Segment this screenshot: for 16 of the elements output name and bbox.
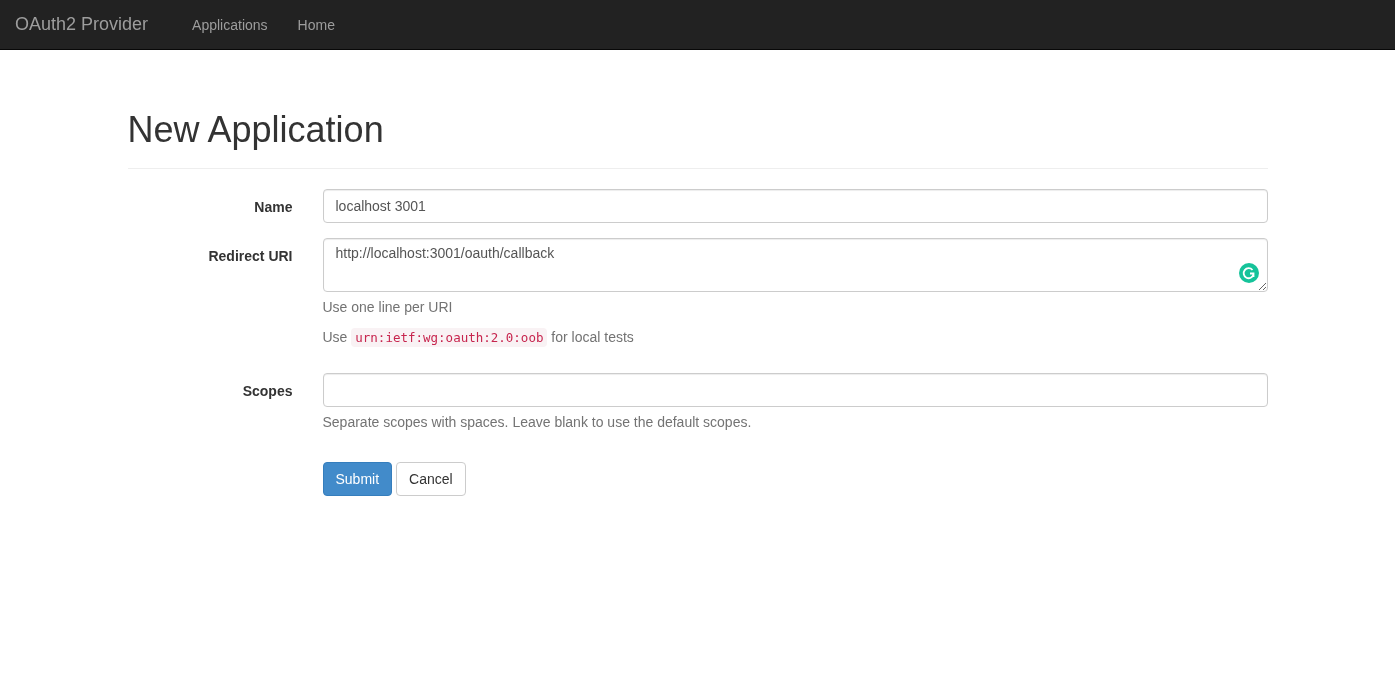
brand-link[interactable]: OAuth2 Provider <box>0 14 164 35</box>
help-text: Use one line per URI <box>322 297 454 317</box>
nav-link[interactable]: Home <box>282 16 350 33</box>
submit-button[interactable]: Submit <box>322 461 393 496</box>
refresh-icon[interactable] <box>1238 262 1259 283</box>
page-title: New Application <box>127 110 385 150</box>
help-text: Use urn:ietf:wg:oauth:2.0:oob for local tests <box>322 326 635 348</box>
textarea-field[interactable]: http://localhost:3001/oauth/callback <box>322 237 1268 292</box>
nav-link[interactable]: Applications <box>177 16 283 33</box>
field-label: Name <box>253 197 293 217</box>
text-field[interactable]: localhost 3001 <box>322 188 1268 223</box>
cancel-button[interactable]: Cancel <box>396 461 466 496</box>
field-label: Redirect URI <box>207 246 293 266</box>
text-field[interactable] <box>322 372 1268 407</box>
help-text: Separate scopes with spaces. Leave blank to use the default scopes. <box>322 412 753 432</box>
field-label: Scopes <box>241 381 293 401</box>
